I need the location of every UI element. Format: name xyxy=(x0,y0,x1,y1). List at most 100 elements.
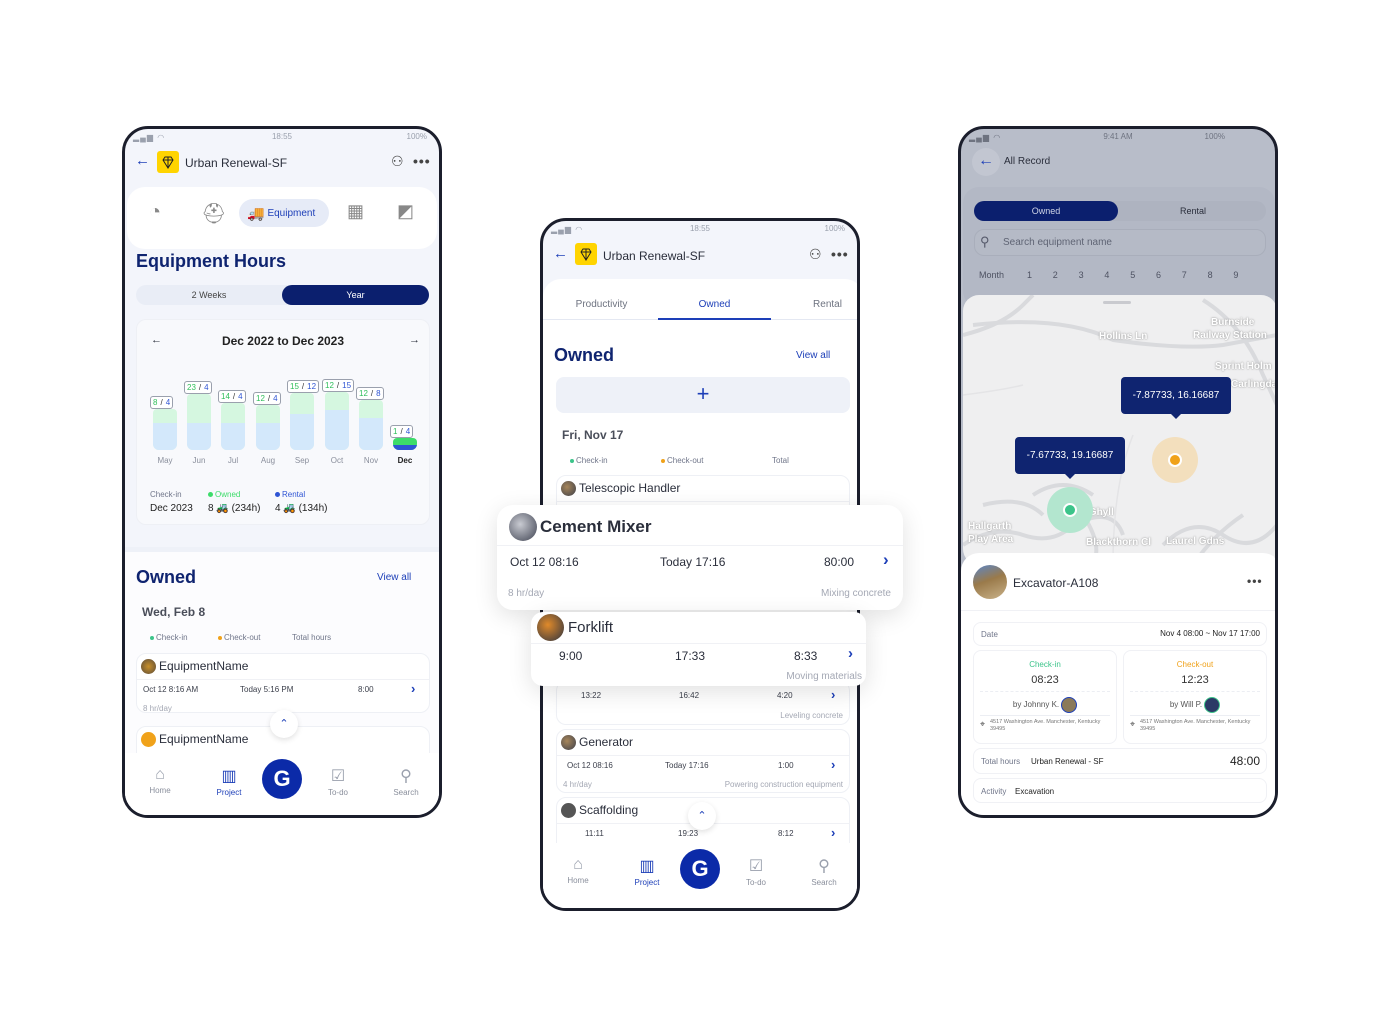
view-all-link[interactable]: View all xyxy=(796,350,830,361)
segment-2-weeks[interactable]: 2 Weeks xyxy=(136,285,282,305)
chart-bar[interactable] xyxy=(153,409,177,450)
equipment-avatar xyxy=(973,565,1007,599)
search-placeholder: Search equipment name xyxy=(1003,237,1112,248)
location-pin-icon: ⌖ xyxy=(1130,719,1136,729)
more-icon[interactable]: ••• xyxy=(831,246,849,262)
nav-label: Project xyxy=(216,788,242,797)
value-separator: / xyxy=(336,381,340,390)
blueprint-icon[interactable]: ◩ xyxy=(397,201,414,222)
chart-bar[interactable] xyxy=(290,392,314,450)
project-logo xyxy=(575,243,597,265)
segment-year[interactable]: Year xyxy=(282,285,429,305)
rental-value: 8 xyxy=(376,389,381,399)
map[interactable]: Hollins Ln Burnside Railway Station Sprint … xyxy=(963,295,1275,565)
segment-owned[interactable]: Owned xyxy=(974,201,1118,221)
nav-item-todo[interactable]: ☑ To-do xyxy=(731,856,781,887)
month-option[interactable]: 3 xyxy=(1079,270,1084,280)
back-button[interactable]: ← xyxy=(972,148,1000,176)
nav-label: Home xyxy=(567,876,589,885)
owned-title: Owned xyxy=(554,345,615,365)
scroll-up-button[interactable]: ⌃ xyxy=(270,710,298,738)
worker-helmet-icon[interactable]: ⛑ xyxy=(201,201,226,226)
drag-handle[interactable] xyxy=(1103,301,1131,304)
status-time: 18:55 xyxy=(689,224,711,233)
nav-item-project[interactable]: ▥ Project xyxy=(622,856,672,887)
equipment-card[interactable]: EquipmentName Oct 12 8:16 AM Today 5:16 … xyxy=(136,653,430,713)
equipment-truck-icon: 🚚 xyxy=(247,204,265,221)
month-option[interactable]: 1 xyxy=(1027,270,1032,280)
back-arrow-icon[interactable]: ← xyxy=(135,152,150,169)
chart-bar[interactable] xyxy=(359,400,383,450)
month-option[interactable]: 6 xyxy=(1156,270,1161,280)
speedometer-icon[interactable]: ◔ xyxy=(149,201,161,224)
tab-owned[interactable]: Owned xyxy=(658,299,771,320)
checkin-box: Check-in 08:23 by Johnny K. ⌖ 4517 Washingto… xyxy=(973,650,1117,744)
checkin-marker[interactable] xyxy=(1063,503,1077,517)
legend-rental-label: Rental xyxy=(282,490,306,499)
col-total-hours: Total hours xyxy=(292,633,332,642)
checkout-time: Today 17:16 xyxy=(665,761,709,770)
month-option[interactable]: 9 xyxy=(1233,270,1238,280)
month-option[interactable]: 8 xyxy=(1208,270,1213,280)
chevron-right-icon[interactable]: › xyxy=(411,681,415,696)
month-option[interactable]: 4 xyxy=(1104,270,1109,280)
nav-item-search[interactable]: ⚲ Search xyxy=(799,856,849,887)
checkin-time: 13:22 xyxy=(581,691,602,700)
nav-item-home[interactable]: ⌂ Home xyxy=(553,856,603,885)
rental-value: 15 xyxy=(342,381,352,390)
add-equipment-button[interactable]: + xyxy=(556,377,850,413)
detail-sheet: Excavator-A108 ••• Date Nov 4 08:00 ~ No… xyxy=(961,553,1275,815)
date-heading: Fri, Nov 17 xyxy=(562,428,624,442)
center-logo-button[interactable]: G xyxy=(262,759,302,799)
checkout-marker[interactable] xyxy=(1168,453,1182,467)
chart-bar[interactable] xyxy=(256,405,280,450)
total-hours: 4:20 xyxy=(777,691,793,700)
tab-productivity[interactable]: Productivity xyxy=(545,299,658,320)
chevron-right-icon[interactable]: › xyxy=(883,550,889,570)
search-input[interactable]: ⚲ Search equipment name xyxy=(974,229,1266,256)
user-name: by Will P. xyxy=(1169,700,1203,710)
view-all-link[interactable]: View all xyxy=(377,572,411,583)
nav-item-todo[interactable]: ☑ To-do xyxy=(313,766,363,797)
month-option[interactable]: 5 xyxy=(1130,270,1135,280)
checkout-time: 17:33 xyxy=(675,649,706,663)
owned-value: 23 xyxy=(187,383,196,393)
bottom-nav: ⌂ Home ▥ Project ☑ To-do ⚲ Search G xyxy=(543,843,857,908)
chevron-right-icon[interactable]: › xyxy=(831,825,835,840)
nav-item-home[interactable]: ⌂ Home xyxy=(135,766,185,795)
center-logo-button[interactable]: G xyxy=(680,849,720,889)
home-icon: ⌂ xyxy=(573,856,583,873)
more-icon[interactable]: ••• xyxy=(1247,574,1263,588)
total-hours-row: Total hours Urban Renewal - SF 48:00 xyxy=(973,748,1267,774)
activity-label: Activity xyxy=(981,787,1007,796)
equipment-card[interactable]: 13:22 16:42 4:20 › Leveling concrete xyxy=(556,681,850,725)
month-option[interactable]: 2 xyxy=(1053,270,1058,280)
forklift-card[interactable]: Forklift 9:00 17:33 8:33 › Moving materi… xyxy=(531,612,866,686)
period-toggle: 2 Weeks Year xyxy=(136,285,429,305)
tab-rental[interactable]: Rental xyxy=(771,299,857,320)
chart-bar[interactable] xyxy=(393,438,417,450)
chevron-right-icon[interactable]: › xyxy=(831,687,835,702)
nav-item-search[interactable]: ⚲ Search xyxy=(381,766,431,797)
segment-rental[interactable]: Rental xyxy=(1120,201,1266,221)
battery-level: 100% xyxy=(1204,132,1225,141)
nav-item-project[interactable]: ▥ Project xyxy=(204,766,254,797)
chart-bar[interactable] xyxy=(325,392,349,450)
add-user-icon[interactable]: ⚇ xyxy=(391,153,404,170)
chart-bar[interactable] xyxy=(187,394,211,450)
chevron-right-icon[interactable]: › xyxy=(848,645,853,662)
more-icon[interactable]: ••• xyxy=(413,153,431,169)
add-user-icon[interactable]: ⚇ xyxy=(809,246,822,263)
month-option[interactable]: 7 xyxy=(1182,270,1187,280)
chevron-right-icon[interactable]: › xyxy=(831,757,835,772)
scroll-up-button[interactable]: ⌃ xyxy=(688,802,716,830)
equipment-card[interactable]: Generator Oct 12 08:16 Today 17:16 1:00 … xyxy=(556,729,850,793)
budget-calculator-icon[interactable]: ▦ xyxy=(347,201,364,222)
cement-mixer-card[interactable]: Cement Mixer Oct 12 08:16 Today 17:16 80… xyxy=(497,505,903,610)
location-pin-icon: ⌖ xyxy=(980,719,986,729)
date-heading: Wed, Feb 8 xyxy=(142,605,206,619)
tab-equipment[interactable]: 🚚 Equipment xyxy=(239,199,329,227)
chart-bar[interactable] xyxy=(221,403,245,450)
back-arrow-icon[interactable]: ← xyxy=(553,245,568,262)
equipment-name: Scaffolding xyxy=(579,803,639,817)
